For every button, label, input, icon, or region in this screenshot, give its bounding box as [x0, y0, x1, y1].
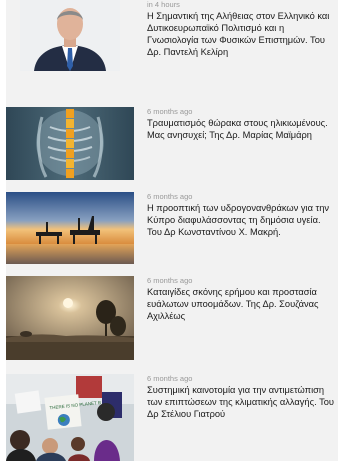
article-4-title[interactable]: Καταιγίδες σκόνης ερήμου και προστασία ε… — [147, 286, 337, 322]
article-5-title[interactable]: Συστημική καινοτομία για την αντιμετώπισ… — [147, 384, 337, 420]
article-3-title[interactable]: Η προοπτική των υδρογονανθράκων για την … — [147, 202, 337, 238]
article-1-title[interactable]: Η Σημαντική της Αλήθειας στον Ελληνικό κ… — [147, 10, 337, 58]
article-1-time: in 4 hours — [147, 0, 180, 9]
article-3-time: 6 months ago — [147, 192, 193, 201]
article-card-4[interactable]: 6 months ago Καταιγίδες σκόνης ερήμου κα… — [6, 276, 338, 362]
article-3-thumbnail[interactable] — [6, 192, 134, 264]
article-4-thumbnail[interactable] — [6, 276, 134, 360]
article-card-5[interactable]: THERE IS NO PLANET B 6 months ago Συστημ… — [6, 374, 338, 461]
article-5-thumbnail[interactable]: THERE IS NO PLANET B — [6, 374, 134, 461]
article-5-time: 6 months ago — [147, 374, 193, 383]
article-card-3[interactable]: 6 months ago Η προοπτική των υδρογονανθρ… — [6, 192, 338, 267]
article-2-thumbnail[interactable] — [6, 107, 134, 180]
article-card-2[interactable]: 6 months ago Τραυματισμός θώρακα στους η… — [6, 107, 338, 182]
article-2-title[interactable]: Τραυματισμός θώρακα στους ηλικιωμένους. … — [147, 117, 337, 141]
article-4-time: 6 months ago — [147, 276, 193, 285]
article-card-1[interactable]: in 4 hours Η Σημαντική της Αλήθειας στον… — [6, 0, 338, 100]
article-feed: in 4 hours Η Σημαντική της Αλήθειας στον… — [6, 0, 338, 461]
article-2-time: 6 months ago — [147, 107, 193, 116]
article-1-thumbnail[interactable] — [20, 0, 120, 71]
